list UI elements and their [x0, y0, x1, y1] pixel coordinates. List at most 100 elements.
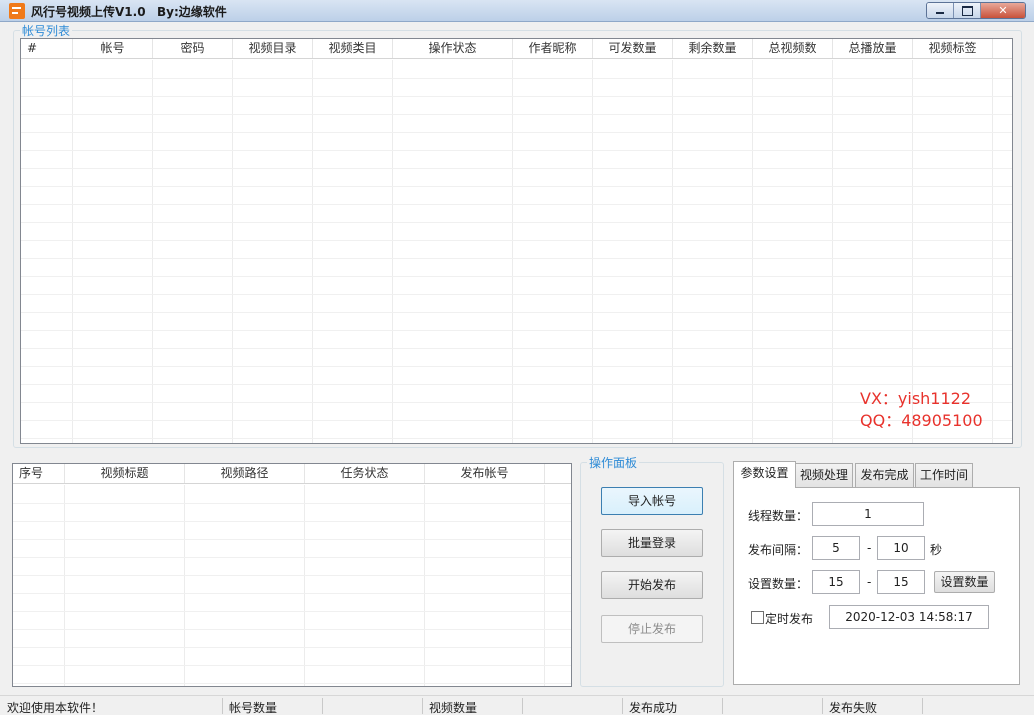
- minimize-icon[interactable]: [927, 3, 954, 18]
- grid-row-line: [21, 150, 1012, 151]
- col-task-status[interactable]: 任务状态: [305, 464, 425, 483]
- col-seq[interactable]: 序号: [13, 464, 65, 483]
- col-author-nick[interactable]: 作者昵称: [513, 39, 593, 58]
- col-total-plays[interactable]: 总播放量: [833, 39, 913, 58]
- grid-row-line: [21, 168, 1012, 169]
- grid-row-line: [13, 593, 571, 594]
- col-op-status[interactable]: 操作状态: [393, 39, 513, 58]
- grid-row-line: [13, 647, 571, 648]
- interval-max-input[interactable]: 10: [877, 536, 925, 560]
- grid-row-line: [13, 611, 571, 612]
- grid-row-line: [21, 96, 1012, 97]
- task-table[interactable]: 序号 视频标题 视频路径 任务状态 发布帐号: [12, 463, 572, 687]
- grid-column-line: [912, 60, 913, 443]
- grid-row-line: [13, 521, 571, 522]
- status-bar: 欢迎使用本软件！ 帐号数量 视频数量 发布成功 发布失败: [0, 695, 1034, 715]
- grid-column-line: [512, 60, 513, 443]
- grid-row-line: [13, 557, 571, 558]
- grid-column-line: [832, 60, 833, 443]
- grid-row-line: [13, 539, 571, 540]
- col-password[interactable]: 密码: [153, 39, 233, 58]
- grid-column-line: [992, 60, 993, 443]
- col-account[interactable]: 帐号: [73, 39, 153, 58]
- grid-row-line: [13, 629, 571, 630]
- grid-row-line: [21, 384, 1012, 385]
- status-account-count: 帐号数量: [229, 701, 278, 715]
- status-video-count: 视频数量: [429, 701, 478, 715]
- tab-work-time[interactable]: 工作时间: [915, 463, 973, 487]
- thread-count-input[interactable]: 1: [812, 502, 924, 526]
- title-bar[interactable]: 风行号视频上传V1.0 By:边缘软件 ✕: [0, 0, 1034, 22]
- grid-column-line: [544, 485, 545, 686]
- watermark-vx: VX：yish1122: [860, 389, 972, 408]
- grid-row-line: [21, 132, 1012, 133]
- grid-row-line: [21, 186, 1012, 187]
- interval-unit: 秒: [930, 543, 943, 557]
- grid-column-line: [392, 60, 393, 443]
- interval-min-input[interactable]: 5: [812, 536, 860, 560]
- set-count-button[interactable]: 设置数量: [934, 571, 995, 593]
- col-total-videos[interactable]: 总视频数: [753, 39, 833, 58]
- grid-column-line: [72, 60, 73, 443]
- col-index[interactable]: #: [21, 39, 73, 58]
- stop-publish-button[interactable]: 停止发布: [601, 615, 703, 643]
- operation-panel-title: 操作面板: [587, 454, 640, 471]
- thread-count-label: 线程数量：: [748, 509, 809, 523]
- grid-row-line: [13, 503, 571, 504]
- grid-column-line: [752, 60, 753, 443]
- tab-published[interactable]: 发布完成: [855, 463, 914, 487]
- grid-column-line: [424, 485, 425, 686]
- col-video-title[interactable]: 视频标题: [65, 464, 185, 483]
- count-min-input[interactable]: 15: [812, 570, 860, 594]
- status-separator: [622, 698, 623, 714]
- col-remaining[interactable]: 剩余数量: [673, 39, 753, 58]
- tab-params[interactable]: 参数设置: [733, 461, 796, 488]
- col-video-tags[interactable]: 视频标签: [913, 39, 993, 58]
- tab-video-processing[interactable]: 视频处理: [795, 463, 853, 487]
- grid-row-line: [21, 114, 1012, 115]
- grid-row-line: [21, 222, 1012, 223]
- grid-column-line: [232, 60, 233, 443]
- grid-row-line: [21, 276, 1012, 277]
- app-logo-icon: [9, 3, 25, 19]
- col-video-category[interactable]: 视频类目: [313, 39, 393, 58]
- status-separator: [922, 698, 923, 714]
- col-publishable[interactable]: 可发数量: [593, 39, 673, 58]
- grid-column-line: [64, 485, 65, 686]
- grid-row-line: [21, 366, 1012, 367]
- params-panel: 线程数量： 1 发布间隔： 5 - 10 秒 设置数量： 15 - 15 设置数…: [733, 487, 1020, 685]
- import-accounts-button[interactable]: 导入帐号: [601, 487, 703, 515]
- set-count-label: 设置数量：: [748, 577, 809, 591]
- watermark-qq: QQ：48905100: [860, 411, 983, 430]
- col-video-path[interactable]: 视频路径: [185, 464, 305, 483]
- publish-interval-label: 发布间隔：: [748, 543, 809, 557]
- window-controls: ✕: [926, 2, 1026, 19]
- account-table-body: [21, 60, 1012, 443]
- col-publish-account[interactable]: 发布帐号: [425, 464, 545, 483]
- timed-publish-datetime[interactable]: 2020-12-03 14:58:17: [829, 605, 989, 629]
- grid-row-line: [21, 240, 1012, 241]
- grid-column-line: [672, 60, 673, 443]
- count-max-input[interactable]: 15: [877, 570, 925, 594]
- batch-login-button[interactable]: 批量登录: [601, 529, 703, 557]
- status-publish-success: 发布成功: [629, 701, 678, 715]
- interval-separator: -: [867, 541, 872, 555]
- grid-row-line: [13, 665, 571, 666]
- close-icon[interactable]: ✕: [981, 3, 1025, 18]
- grid-column-line: [304, 485, 305, 686]
- status-separator: [522, 698, 523, 714]
- status-publish-failed: 发布失败: [829, 701, 878, 715]
- main-window: 风行号视频上传V1.0 By:边缘软件 ✕ 帐号列表 # 帐号 密码 视频目录 …: [0, 0, 1034, 715]
- count-separator: -: [867, 575, 872, 589]
- grid-row-line: [21, 438, 1012, 439]
- start-publish-button[interactable]: 开始发布: [601, 571, 703, 599]
- grid-row-line: [21, 312, 1012, 313]
- window-title: 风行号视频上传V1.0: [31, 5, 146, 19]
- col-video-dir[interactable]: 视频目录: [233, 39, 313, 58]
- status-separator: [222, 698, 223, 714]
- timed-publish-checkbox[interactable]: [751, 611, 764, 624]
- status-separator: [422, 698, 423, 714]
- maximize-icon[interactable]: [954, 3, 981, 18]
- account-table[interactable]: # 帐号 密码 视频目录 视频类目 操作状态 作者昵称 可发数量 剩余数量 总视…: [20, 38, 1013, 444]
- timed-publish-label[interactable]: 定时发布: [765, 610, 813, 627]
